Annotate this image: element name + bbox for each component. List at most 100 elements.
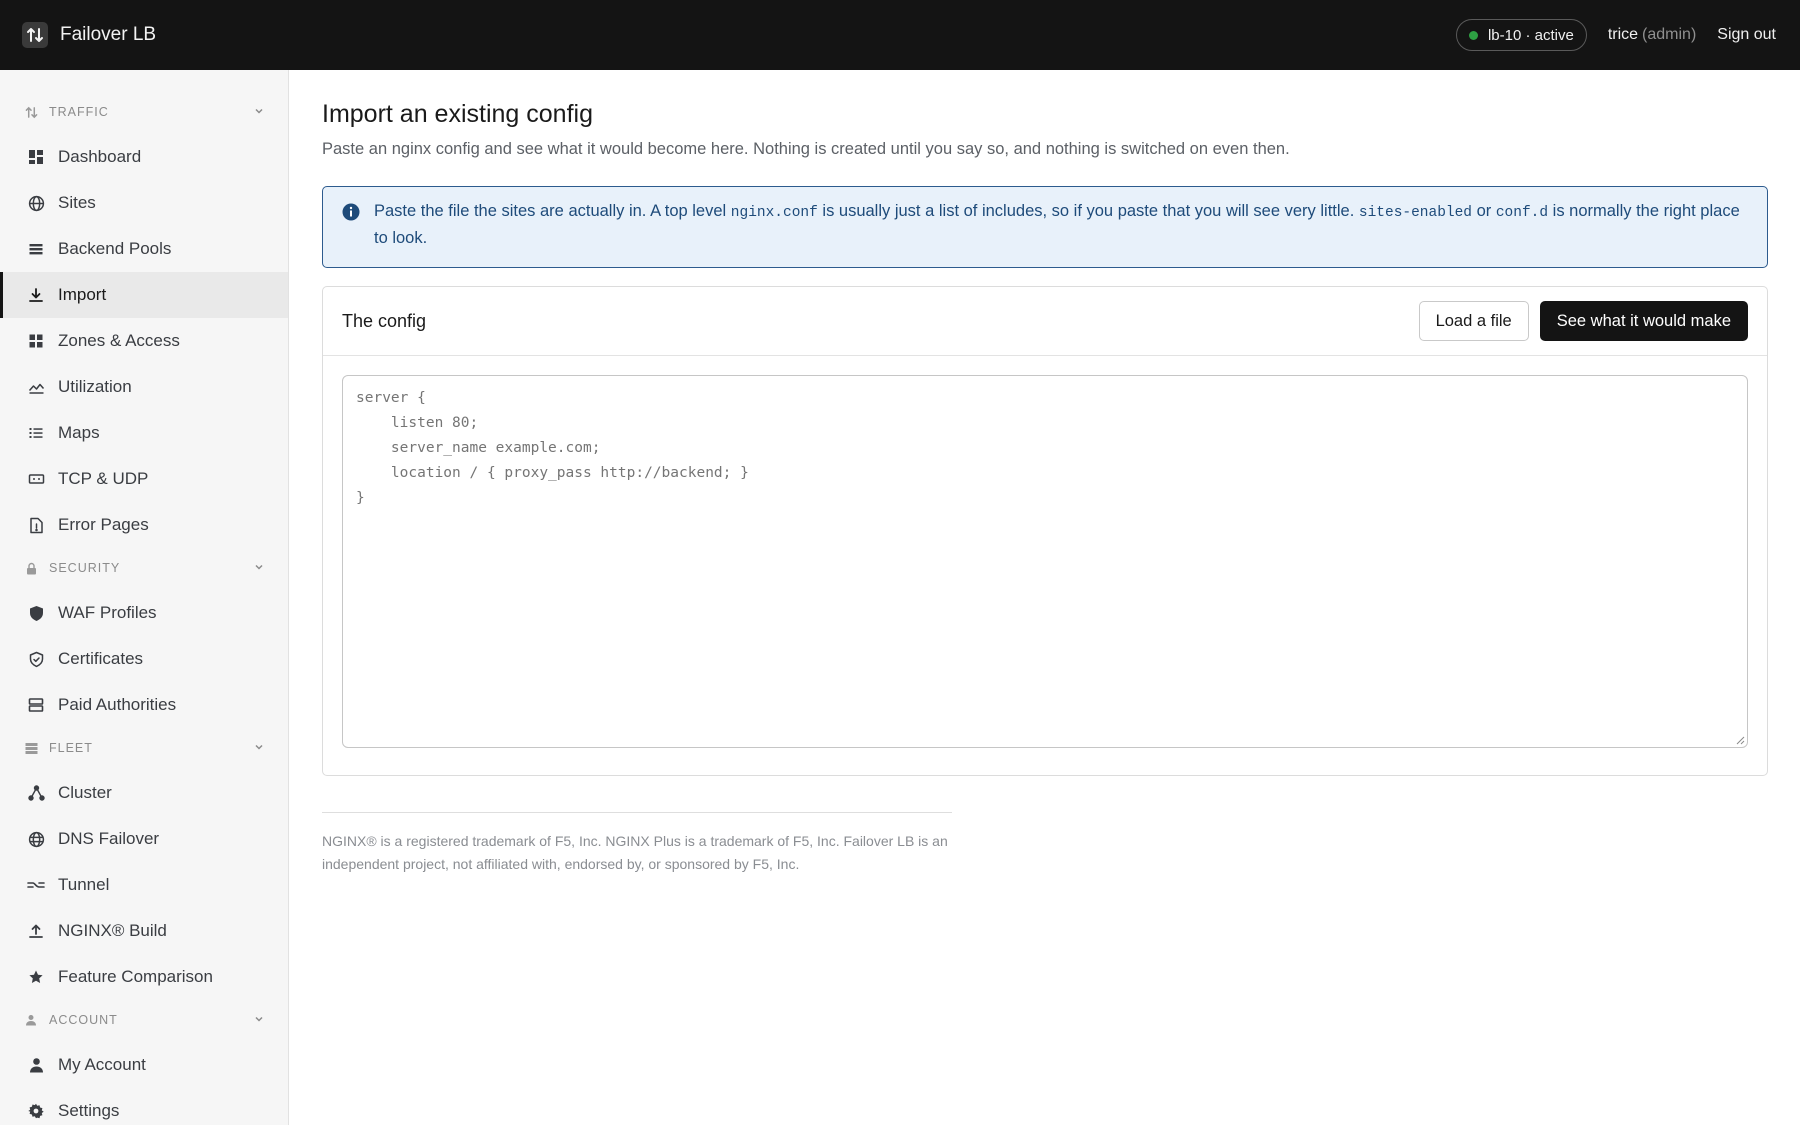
sidebar-item-label: Error Pages xyxy=(58,515,149,534)
sidebar-item-dashboard[interactable]: Dashboard xyxy=(0,134,288,180)
sidebar-item-label: Paid Authorities xyxy=(58,695,177,714)
sidebar-item-cluster[interactable]: Cluster xyxy=(0,770,288,816)
grid-icon xyxy=(27,148,45,166)
config-editor xyxy=(342,375,1748,748)
sidebar-item-sites[interactable]: Sites xyxy=(0,180,288,226)
config-card: The config Load a file See what it would… xyxy=(322,286,1768,776)
alert-text: Paste the file the sites are actually in… xyxy=(374,202,731,220)
preview-import-button[interactable]: See what it would make xyxy=(1539,301,1748,341)
sidebar-item-utilization[interactable]: Utilization xyxy=(0,364,288,410)
user-icon xyxy=(27,1056,45,1074)
sidebar-item-label: My Account xyxy=(58,1055,146,1074)
card-title: The config xyxy=(342,310,427,331)
star-icon xyxy=(27,968,45,986)
sidebar-item-label: Backend Pools xyxy=(58,239,172,258)
sidebar-item-paid-authorities[interactable]: Paid Authorities xyxy=(0,682,288,728)
lock-icon xyxy=(24,561,38,575)
sidebar-item-label: Settings xyxy=(58,1101,120,1120)
chevron-down-icon[interactable] xyxy=(254,1013,264,1027)
sidebar-item-tcp-udp[interactable]: TCP & UDP xyxy=(0,456,288,502)
user-role: (admin) xyxy=(1642,26,1697,43)
sidebar-section-fleet[interactable]: FLEET xyxy=(0,736,288,760)
user-name: trice xyxy=(1607,26,1639,43)
brand[interactable]: Failover LB xyxy=(22,22,156,48)
globe-icon xyxy=(27,194,45,212)
section-title: SECURITY xyxy=(49,561,121,575)
top-bar: Failover LB lb-10 · active trice (admin) … xyxy=(0,0,1800,70)
alert-code-sites-enabled: sites-enabled xyxy=(1358,205,1473,221)
sidebar-item-label: Cluster xyxy=(58,783,112,802)
alert-code-nginx-conf: nginx.conf xyxy=(730,205,818,221)
grid-icon xyxy=(27,332,45,350)
nodes-icon xyxy=(27,784,45,802)
gear-icon xyxy=(27,1102,45,1120)
upload-icon xyxy=(27,922,45,940)
status-dot-icon xyxy=(1468,30,1478,40)
sidebar-item-settings[interactable]: Settings xyxy=(0,1088,288,1134)
info-icon xyxy=(342,203,360,221)
app-name: Failover LB xyxy=(60,24,157,45)
sidebar: TRAFFIC Dashboard Sites Backend Pools Im… xyxy=(0,70,289,1125)
resize-handle-icon[interactable] xyxy=(1735,735,1745,745)
sidebar-item-maps[interactable]: Maps xyxy=(0,410,288,456)
sidebar-item-backend-pools[interactable]: Backend Pools xyxy=(0,226,288,272)
alert-code-conf-d: conf.d xyxy=(1495,205,1549,221)
sidebar-item-label: Sites xyxy=(58,193,96,212)
updown-arrows-icon xyxy=(24,105,38,119)
sidebar-item-label: Dashboard xyxy=(58,147,142,166)
sidebar-item-import[interactable]: Import xyxy=(0,272,288,318)
status-badge: lb-10 · active xyxy=(1455,19,1587,51)
port-icon xyxy=(27,470,45,488)
sidebar-item-tunnel[interactable]: Tunnel xyxy=(0,862,288,908)
chart-line-icon xyxy=(27,378,45,396)
sidebar-item-label: TCP & UDP xyxy=(58,469,149,488)
sidebar-item-label: Feature Comparison xyxy=(58,967,213,986)
sign-out-link[interactable]: Sign out xyxy=(1717,26,1776,44)
footer-trademark-note: NGINX® is a registered trademark of F5, … xyxy=(322,833,948,872)
alert-text: or xyxy=(1472,202,1496,220)
sidebar-section-account[interactable]: ACCOUNT xyxy=(0,1008,288,1032)
section-title: FLEET xyxy=(49,741,93,755)
footer-divider xyxy=(322,812,952,813)
chevron-down-icon[interactable] xyxy=(254,105,264,119)
sidebar-item-label: NGINX® Build xyxy=(58,921,167,940)
section-title: TRAFFIC xyxy=(49,105,109,119)
main-content: Import an existing config Paste an nginx… xyxy=(322,70,1768,876)
sidebar-item-label: DNS Failover xyxy=(58,829,160,848)
current-user: trice (admin) xyxy=(1608,26,1696,44)
sidebar-item-label: Tunnel xyxy=(58,875,110,894)
card-header: The config Load a file See what it would… xyxy=(323,287,1767,356)
sidebar-item-zones-access[interactable]: Zones & Access xyxy=(0,318,288,364)
sidebar-item-label: Maps xyxy=(58,423,100,442)
sidebar-item-waf-profiles[interactable]: WAF Profiles xyxy=(0,590,288,636)
list-icon xyxy=(27,424,45,442)
sidebar-item-label: Certificates xyxy=(58,649,144,668)
config-textarea[interactable] xyxy=(343,376,1747,747)
load-file-button[interactable]: Load a file xyxy=(1418,301,1529,341)
chevron-down-icon[interactable] xyxy=(254,741,264,755)
status-label: lb-10 · active xyxy=(1487,26,1574,44)
file-warning-icon xyxy=(27,516,45,534)
info-alert: Paste the file the sites are actually in… xyxy=(322,186,1768,268)
shield-check-icon xyxy=(27,650,45,668)
server-icon xyxy=(24,741,38,755)
chevron-down-icon[interactable] xyxy=(254,561,264,575)
sidebar-item-nginx-build[interactable]: NGINX® Build xyxy=(0,908,288,954)
sidebar-section-security[interactable]: SECURITY xyxy=(0,556,288,580)
sidebar-item-feature-comparison[interactable]: Feature Comparison xyxy=(0,954,288,1000)
sidebar-item-my-account[interactable]: My Account xyxy=(0,1042,288,1088)
page-subtitle: Paste an nginx config and see what it wo… xyxy=(322,140,1290,158)
shield-filled-icon xyxy=(27,604,45,622)
sidebar-section-traffic[interactable]: TRAFFIC xyxy=(0,100,288,124)
page-title: Import an existing config xyxy=(322,100,593,128)
globe-icon xyxy=(27,830,45,848)
server-icon xyxy=(27,696,45,714)
sidebar-item-label: Utilization xyxy=(58,377,132,396)
alert-text: is usually just a list of includes, so i… xyxy=(817,202,1359,220)
sidebar-item-label: Import xyxy=(58,285,107,304)
sidebar-item-error-pages[interactable]: Error Pages xyxy=(0,502,288,548)
sidebar-item-certificates[interactable]: Certificates xyxy=(0,636,288,682)
download-icon xyxy=(27,286,45,304)
sidebar-item-dns-failover[interactable]: DNS Failover xyxy=(0,816,288,862)
sidebar-item-label: WAF Profiles xyxy=(58,603,157,622)
